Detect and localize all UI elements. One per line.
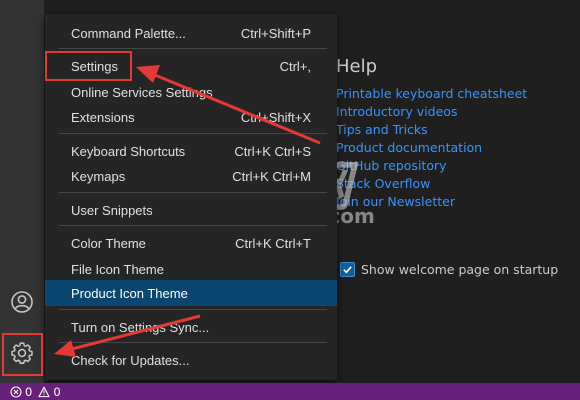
menu-item-color-theme[interactable]: Color Theme Ctrl+K Ctrl+T xyxy=(45,230,337,256)
settings-highlight-box xyxy=(45,51,132,81)
link-tips-and-tricks[interactable]: Tips and Tricks xyxy=(336,121,527,139)
error-icon[interactable] xyxy=(10,385,22,398)
menu-item-label: Keymaps xyxy=(71,168,126,184)
link-newsletter[interactable]: Join our Newsletter xyxy=(336,193,527,211)
menu-item-label: User Snippets xyxy=(71,202,153,218)
startup-option: Show welcome page on startup xyxy=(340,262,558,277)
menu-item-label: Product Icon Theme xyxy=(71,285,188,301)
menu-item-shortcut: Ctrl+K Ctrl+T xyxy=(235,235,311,251)
welcome-help-section: Help Printable keyboard cheatsheet Intro… xyxy=(336,56,527,211)
gear-highlight-box xyxy=(2,333,43,376)
menu-item-online-services-settings[interactable]: Online Services Settings xyxy=(45,79,337,105)
menu-separator xyxy=(59,48,327,49)
link-stack-overflow[interactable]: Stack Overflow xyxy=(336,175,527,193)
error-count[interactable]: 0 xyxy=(25,385,32,399)
link-product-documentation[interactable]: Product documentation xyxy=(336,139,527,157)
menu-separator xyxy=(59,342,327,343)
menu-item-shortcut: Ctrl+Shift+P xyxy=(240,25,311,41)
status-bar: 0 0 xyxy=(0,383,580,400)
warning-count[interactable]: 0 xyxy=(53,385,60,399)
menu-item-label: Online Services Settings xyxy=(71,84,213,100)
activity-bar xyxy=(0,0,44,383)
help-title: Help xyxy=(336,56,378,77)
menu-item-product-icon-theme[interactable]: Product Icon Theme xyxy=(45,280,337,306)
accounts-button[interactable] xyxy=(0,282,44,322)
menu-item-label: Turn on Settings Sync... xyxy=(71,319,210,335)
menu-item-user-snippets[interactable]: User Snippets xyxy=(45,197,337,223)
startup-label: Show welcome page on startup xyxy=(361,262,559,277)
menu-separator xyxy=(59,133,327,134)
link-github-repository[interactable]: GitHub repository xyxy=(336,157,527,175)
account-icon xyxy=(11,291,33,313)
menu-item-label: Command Palette... xyxy=(71,25,186,41)
menu-item-extensions[interactable]: Extensions Ctrl+Shift+X xyxy=(45,104,337,130)
menu-item-label: Keyboard Shortcuts xyxy=(71,143,186,159)
menu-item-label: File Icon Theme xyxy=(71,261,164,277)
menu-item-keyboard-shortcuts[interactable]: Keyboard Shortcuts Ctrl+K Ctrl+S xyxy=(45,138,337,164)
menu-item-shortcut: Ctrl+Shift+X xyxy=(240,109,311,125)
menu-separator xyxy=(59,192,327,193)
menu-item-keymaps[interactable]: Keymaps Ctrl+K Ctrl+M xyxy=(45,163,337,189)
menu-item-file-icon-theme[interactable]: File Icon Theme xyxy=(45,256,337,282)
warning-icon[interactable] xyxy=(38,386,50,398)
checkmark-icon xyxy=(343,266,352,274)
menu-item-label: Color Theme xyxy=(71,235,146,251)
menu-separator xyxy=(59,309,327,310)
menu-item-label: Extensions xyxy=(71,109,135,125)
menu-item-shortcut: Ctrl+K Ctrl+M xyxy=(232,168,311,184)
menu-item-shortcut: Ctrl+K Ctrl+S xyxy=(234,143,311,159)
menu-item-command-palette[interactable]: Command Palette... Ctrl+Shift+P xyxy=(45,20,337,46)
link-keyboard-cheatsheet[interactable]: Printable keyboard cheatsheet xyxy=(336,85,527,103)
menu-separator xyxy=(59,225,327,226)
menu-item-shortcut: Ctrl+, xyxy=(279,58,311,74)
menu-item-label: Check for Updates... xyxy=(71,352,190,368)
link-introductory-videos[interactable]: Introductory videos xyxy=(336,103,527,121)
menu-item-settings-sync[interactable]: Turn on Settings Sync... xyxy=(45,314,337,340)
menu-item-check-for-updates[interactable]: Check for Updates... xyxy=(45,347,337,373)
startup-checkbox[interactable] xyxy=(340,262,355,277)
